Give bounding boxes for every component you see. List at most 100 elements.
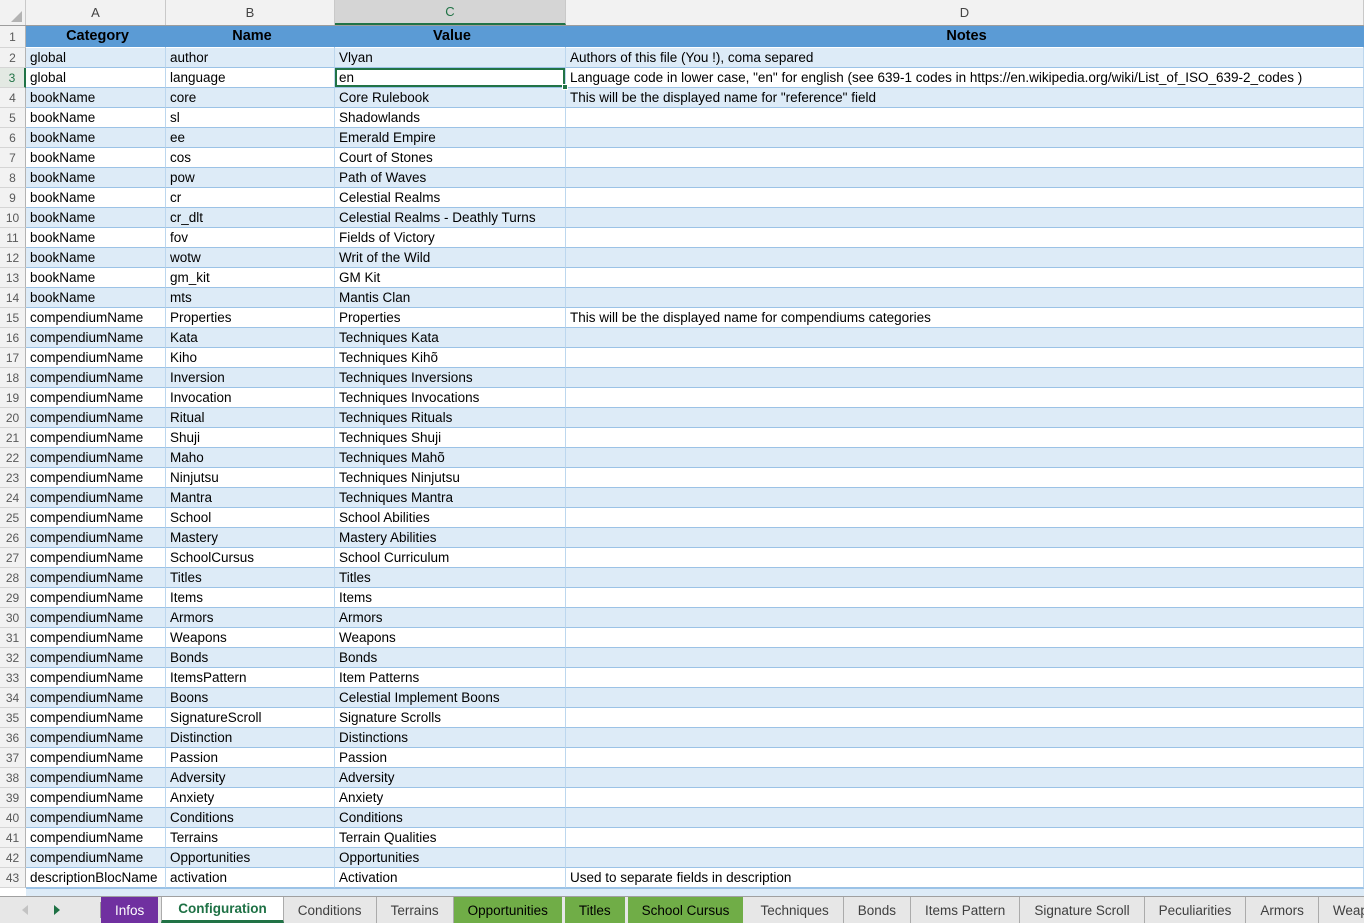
cell-notes[interactable]: [566, 488, 1364, 508]
cell-notes[interactable]: [566, 348, 1364, 368]
cell-name[interactable]: Boons: [166, 688, 335, 708]
cell-value[interactable]: Titles: [335, 568, 566, 588]
cell-notes[interactable]: [566, 328, 1364, 348]
cell-value[interactable]: Path of Waves: [335, 168, 566, 188]
cell-category[interactable]: bookName: [26, 148, 166, 168]
column-header-d[interactable]: D: [566, 0, 1364, 25]
cell-notes[interactable]: [566, 408, 1364, 428]
cell-notes[interactable]: [566, 448, 1364, 468]
row-number[interactable]: 43: [0, 868, 26, 888]
sheet-tab-configuration[interactable]: Configuration: [161, 897, 283, 923]
row-number[interactable]: 38: [0, 768, 26, 788]
row-number[interactable]: 28: [0, 568, 26, 588]
cell-name[interactable]: ee: [166, 128, 335, 148]
cell-notes[interactable]: [566, 708, 1364, 728]
cell-notes[interactable]: [566, 368, 1364, 388]
cell-name[interactable]: Invocation: [166, 388, 335, 408]
cell-notes[interactable]: Authors of this file (You !), coma separ…: [566, 48, 1364, 68]
cell-value[interactable]: Core Rulebook: [335, 88, 566, 108]
cell-category[interactable]: bookName: [26, 268, 166, 288]
cell-notes[interactable]: [566, 648, 1364, 668]
sheet-tab-infos[interactable]: Infos: [101, 897, 159, 923]
cell-value[interactable]: Shadowlands: [335, 108, 566, 128]
header-cell-notes[interactable]: Notes: [566, 26, 1364, 48]
header-cell-category[interactable]: Category: [26, 26, 166, 48]
cell-name[interactable]: Anxiety: [166, 788, 335, 808]
cell-category[interactable]: compendiumName: [26, 308, 166, 328]
cell-name[interactable]: SignatureScroll: [166, 708, 335, 728]
cell-notes[interactable]: [566, 528, 1364, 548]
row-number[interactable]: 30: [0, 608, 26, 628]
cell-notes[interactable]: [566, 108, 1364, 128]
cell-name[interactable]: Adversity: [166, 768, 335, 788]
cell-category[interactable]: bookName: [26, 208, 166, 228]
cell-name[interactable]: ItemsPattern: [166, 668, 335, 688]
cell-value[interactable]: Celestial Realms - Deathly Turns: [335, 208, 566, 228]
cell-value[interactable]: en: [335, 68, 566, 88]
cell-category[interactable]: compendiumName: [26, 808, 166, 828]
prev-sheet-arrow-icon[interactable]: [22, 905, 28, 915]
cell-value[interactable]: Mantis Clan: [335, 288, 566, 308]
cell-category[interactable]: compendiumName: [26, 728, 166, 748]
cell-name[interactable]: Armors: [166, 608, 335, 628]
cell-category[interactable]: compendiumName: [26, 708, 166, 728]
row-number[interactable]: 15: [0, 308, 26, 328]
cell-category[interactable]: bookName: [26, 168, 166, 188]
cell-value[interactable]: Distinctions: [335, 728, 566, 748]
next-sheet-arrow-icon[interactable]: [54, 905, 60, 915]
cell-category[interactable]: compendiumName: [26, 788, 166, 808]
cell-value[interactable]: Terrain Qualities: [335, 828, 566, 848]
cell-notes[interactable]: [566, 588, 1364, 608]
cell-category[interactable]: compendiumName: [26, 628, 166, 648]
cell-name[interactable]: Mastery: [166, 528, 335, 548]
column-header-a[interactable]: A: [26, 0, 166, 25]
cell-value[interactable]: Anxiety: [335, 788, 566, 808]
row-number[interactable]: 27: [0, 548, 26, 568]
sheet-tab-titles[interactable]: Titles: [565, 897, 626, 923]
cell-category[interactable]: compendiumName: [26, 648, 166, 668]
cell-category[interactable]: bookName: [26, 188, 166, 208]
cell-value[interactable]: Vlyan: [335, 48, 566, 68]
row-number[interactable]: 3: [0, 68, 26, 88]
cell-value[interactable]: Opportunities: [335, 848, 566, 868]
cell-value[interactable]: Emerald Empire: [335, 128, 566, 148]
cell-category[interactable]: compendiumName: [26, 688, 166, 708]
cell-category[interactable]: bookName: [26, 228, 166, 248]
row-number[interactable]: 6: [0, 128, 26, 148]
cell-notes[interactable]: [566, 188, 1364, 208]
row-number[interactable]: 35: [0, 708, 26, 728]
cell-name[interactable]: Mantra: [166, 488, 335, 508]
cell-notes[interactable]: [566, 828, 1364, 848]
cell-category[interactable]: bookName: [26, 128, 166, 148]
cell-value[interactable]: Techniques Mahõ: [335, 448, 566, 468]
cell-notes[interactable]: [566, 728, 1364, 748]
cell-notes[interactable]: [566, 228, 1364, 248]
cell-name[interactable]: Ritual: [166, 408, 335, 428]
cell-name[interactable]: Maho: [166, 448, 335, 468]
cell-name[interactable]: Opportunities: [166, 848, 335, 868]
row-number[interactable]: 9: [0, 188, 26, 208]
cell-category[interactable]: compendiumName: [26, 428, 166, 448]
cell-value[interactable]: Techniques Kata: [335, 328, 566, 348]
cell-value[interactable]: Techniques Invocations: [335, 388, 566, 408]
cell-name[interactable]: SchoolCursus: [166, 548, 335, 568]
row-number[interactable]: 34: [0, 688, 26, 708]
cell-value[interactable]: GM Kit: [335, 268, 566, 288]
cell-name[interactable]: language: [166, 68, 335, 88]
sheet-tab-bonds[interactable]: Bonds: [844, 897, 911, 923]
cell-value[interactable]: Celestial Implement Boons: [335, 688, 566, 708]
cell-notes[interactable]: [566, 548, 1364, 568]
cell-notes[interactable]: [566, 268, 1364, 288]
cell-value[interactable]: Celestial Realms: [335, 188, 566, 208]
sheet-tab-conditions[interactable]: Conditions: [284, 897, 377, 923]
cell-category[interactable]: compendiumName: [26, 608, 166, 628]
cell-notes[interactable]: Used to separate fields in description: [566, 868, 1364, 888]
cell-notes[interactable]: [566, 388, 1364, 408]
row-number[interactable]: 4: [0, 88, 26, 108]
cell-notes[interactable]: [566, 628, 1364, 648]
row-number[interactable]: 25: [0, 508, 26, 528]
cell-category[interactable]: compendiumName: [26, 508, 166, 528]
row-number[interactable]: 33: [0, 668, 26, 688]
sheet-tab-techniques[interactable]: Techniques: [746, 897, 843, 923]
cell-category[interactable]: compendiumName: [26, 568, 166, 588]
